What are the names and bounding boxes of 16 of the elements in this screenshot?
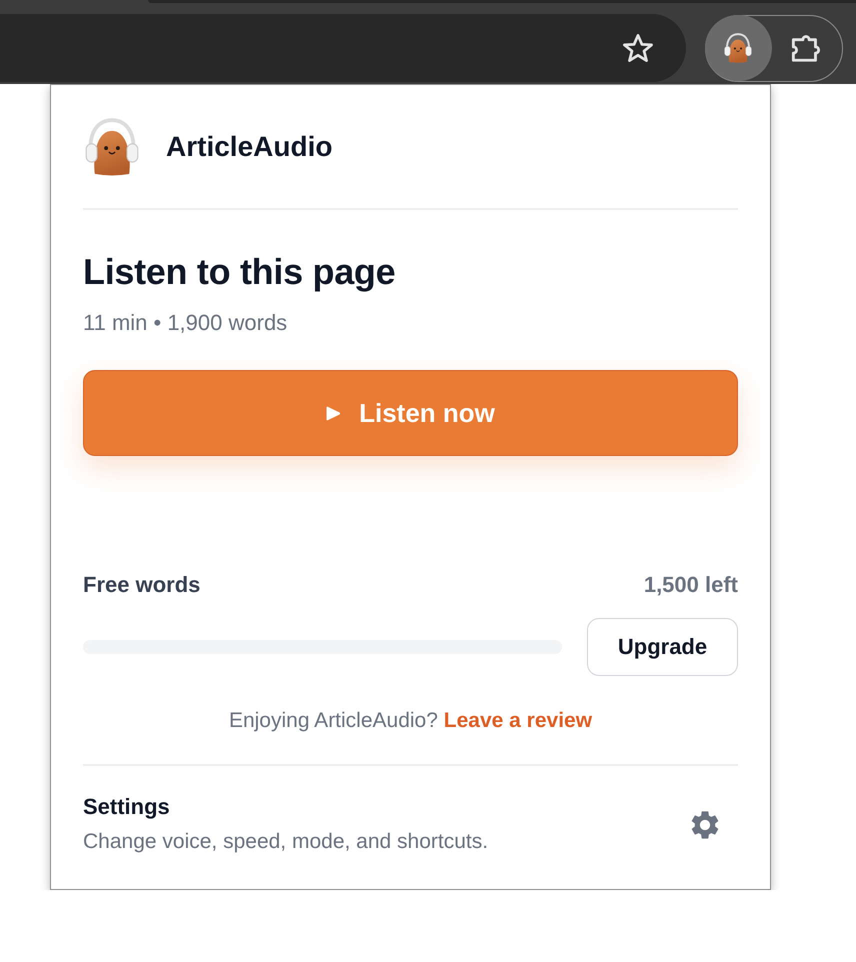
puzzle-piece-icon[interactable] [791,33,821,63]
upgrade-button[interactable]: Upgrade [587,618,738,676]
settings-title: Settings [83,793,171,821]
reading-meta: 11 min • 1,900 words [83,309,288,337]
brand-name: ArticleAudio [166,130,332,164]
listen-now-button[interactable]: Listen now [83,370,738,456]
bookmark-star-icon[interactable] [623,33,653,63]
settings-description: Change voice, speed, mode, and shortcuts. [83,829,488,855]
leave-review-link[interactable]: Leave a review [444,709,592,732]
headphone-mascot-icon[interactable] [723,33,753,63]
review-prompt: Enjoying ArticleAudio? Leave a review [228,708,594,734]
free-words-label: Free words [83,571,200,599]
words-left-reading: 1,500 left [644,571,738,599]
headphone-mascot-icon [83,118,141,176]
play-icon [326,406,342,420]
page-heading: Listen to this page [83,250,396,294]
